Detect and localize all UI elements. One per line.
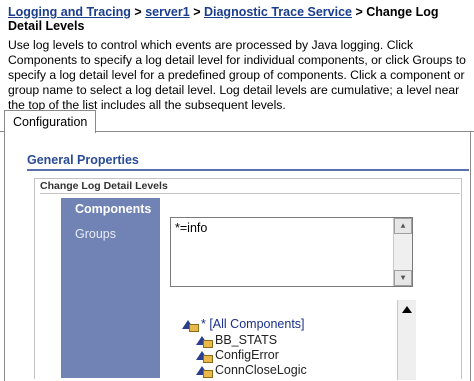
tree-item-config-error[interactable]: ConfigError [196,348,279,363]
trace-specification-value: *=info [175,221,208,235]
breadcrumb: Logging and Tracing > server1 > Diagnost… [8,5,468,33]
general-properties-heading: General Properties [27,153,469,171]
tab-bar: Configuration [0,110,474,133]
components-groups-nav [61,198,160,378]
trace-specification-textarea[interactable]: *=info ▲ ▼ [170,217,413,287]
tree-item-all-components[interactable]: * [All Components] [182,317,305,332]
breadcrumb-link-diagnostic-trace-service[interactable]: Diagnostic Trace Service [204,5,352,19]
section-title: Change Log Detail Levels [40,180,168,192]
triangle-folder-icon [196,365,213,378]
triangle-folder-icon [196,350,213,363]
tree-item-label: BB_STATS [215,333,278,347]
nav-item-components[interactable]: Components [75,202,151,216]
tab-configuration[interactable]: Configuration [4,110,97,133]
triangle-folder-icon [196,335,213,348]
section-divider [40,193,460,194]
breadcrumb-separator: > [355,5,363,19]
breadcrumb-link-server1[interactable]: server1 [145,5,190,19]
tree-item-label: ConfigError [215,348,279,362]
nav-item-groups[interactable]: Groups [75,227,116,241]
scroll-up-arrow-icon[interactable] [402,306,412,313]
tree-item-label: * [All Components] [201,317,305,331]
triangle-folder-icon [182,319,199,332]
breadcrumb-separator: > [193,5,201,19]
page-description: Use log levels to control which events a… [8,38,466,112]
tree-item-bb-stats[interactable]: BB_STATS [196,333,278,348]
breadcrumb-link-logging-and-tracing[interactable]: Logging and Tracing [8,5,131,19]
textarea-scrollbar[interactable]: ▲ ▼ [393,218,412,286]
breadcrumb-separator: > [134,5,142,19]
components-tree: * [All Components] BB_STATS ConfigError … [170,300,413,380]
scroll-up-arrow-icon[interactable]: ▲ [394,218,412,234]
scroll-down-arrow-icon[interactable]: ▼ [394,270,412,286]
tree-scrollbar[interactable] [397,300,416,380]
